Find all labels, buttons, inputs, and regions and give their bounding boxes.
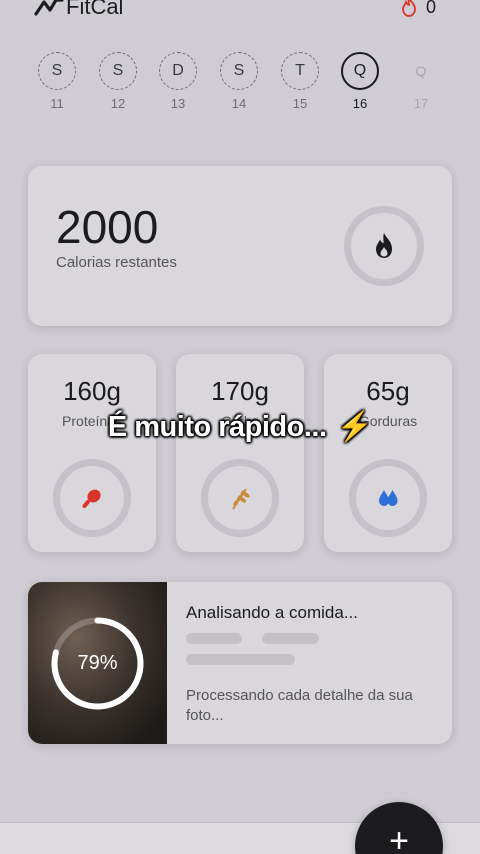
- app-name: FitCal: [66, 0, 124, 19]
- day-letter: S: [99, 52, 137, 90]
- skeleton-line: [186, 654, 295, 665]
- flame-icon: [376, 233, 392, 258]
- app-logo: FitCal: [34, 0, 123, 22]
- day-number: 13: [170, 96, 186, 111]
- streak-counter[interactable]: 0: [400, 0, 436, 22]
- carbs-ring: [201, 459, 279, 537]
- skeleton-line: [262, 633, 319, 644]
- flame-outline-icon: [402, 0, 416, 17]
- food-analysis-card[interactable]: 79% Analisando a comida... Processando c…: [28, 582, 452, 744]
- caption-text: É muito rápido...: [107, 411, 327, 443]
- calories-label: Calorias restantes: [56, 254, 177, 271]
- analysis-progress-ring: 79%: [49, 615, 146, 712]
- day-number: 11: [50, 96, 64, 111]
- day-letter: S: [220, 52, 258, 90]
- week-day-selector: S 11 S 12 D 13 S 14 T 15 Q 16 Q 17: [0, 52, 480, 122]
- day-15[interactable]: T 15: [280, 52, 320, 111]
- day-number: 16: [352, 96, 368, 111]
- fats-value: 65g: [366, 376, 410, 406]
- analysis-progress-text: 79%: [77, 652, 118, 674]
- protein-card[interactable]: 160g Proteínas: [28, 354, 156, 552]
- fats-ring: [349, 459, 427, 537]
- day-12[interactable]: S 12: [98, 52, 138, 111]
- day-number: 15: [292, 96, 308, 111]
- day-13[interactable]: D 13: [158, 52, 198, 111]
- day-17[interactable]: Q 17: [401, 52, 441, 111]
- day-number: 17: [413, 96, 429, 111]
- day-letter: Q: [341, 52, 379, 90]
- day-number: 14: [231, 96, 247, 111]
- protein-value: 160g: [63, 376, 121, 406]
- fitcal-logo-icon: [34, 0, 64, 16]
- analysis-description: Processando cada detalhe da sua foto...: [186, 687, 413, 724]
- day-number: 12: [110, 96, 126, 111]
- day-16-selected[interactable]: Q 16: [340, 52, 380, 111]
- caption-overlay: É muito rápido... ⚡: [0, 410, 480, 444]
- streak-count: 0: [425, 0, 436, 17]
- skeleton-line: [186, 633, 242, 644]
- carbs-card[interactable]: 170g Carbs: [176, 354, 304, 552]
- protein-ring: [53, 459, 131, 537]
- calories-ring: [344, 206, 424, 286]
- top-bar: FitCal 0: [0, 0, 480, 30]
- add-button[interactable]: +: [355, 802, 443, 854]
- day-letter: T: [281, 52, 319, 90]
- day-letter: Q: [415, 63, 427, 79]
- fats-card[interactable]: 65g Gorduras: [324, 354, 452, 552]
- calories-card[interactable]: 2000 Calorias restantes: [28, 166, 452, 326]
- calories-value: 2000: [56, 201, 159, 253]
- day-letter: S: [38, 52, 76, 90]
- drumstick-icon: [82, 489, 101, 508]
- lightning-icon: ⚡: [336, 411, 373, 443]
- analysis-title: Analisando a comida...: [186, 603, 358, 622]
- carbs-value: 170g: [211, 376, 269, 406]
- food-photo: 79%: [28, 582, 167, 744]
- day-letter: D: [159, 52, 197, 90]
- drops-icon: [379, 490, 398, 506]
- wheat-icon: [232, 488, 250, 510]
- day-14[interactable]: S 14: [219, 52, 259, 111]
- day-11[interactable]: S 11: [37, 52, 77, 111]
